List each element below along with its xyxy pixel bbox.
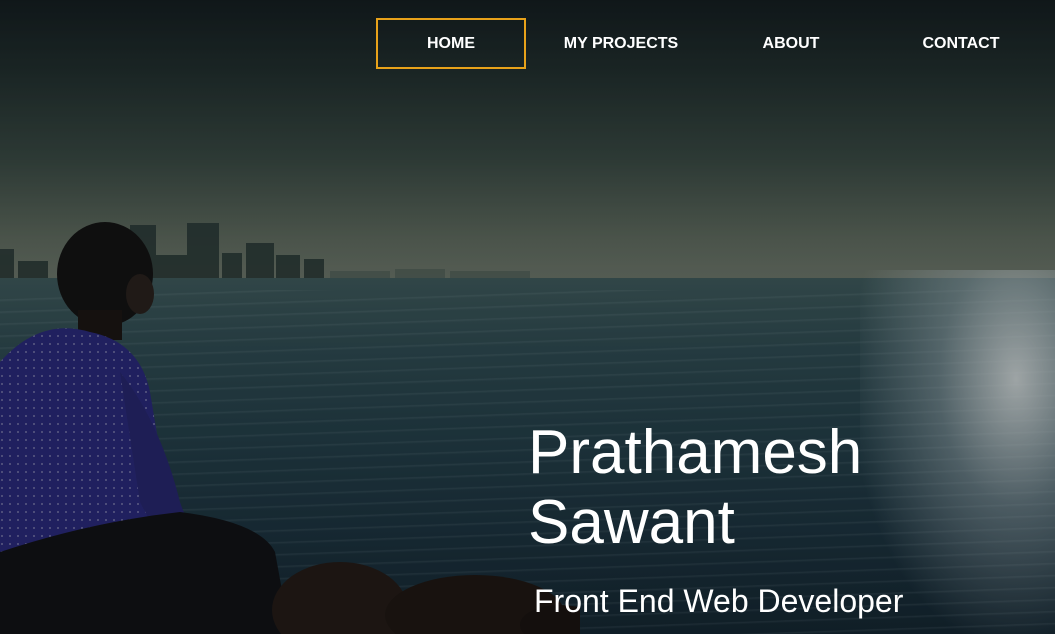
nav-my-projects[interactable]: MY PROJECTS [546, 18, 696, 69]
hero-last-name: Sawant [528, 488, 735, 557]
main-navigation: HOME MY PROJECTS ABOUT CONTACT [376, 18, 1036, 71]
nav-home[interactable]: HOME [376, 18, 526, 69]
hero-first-name: Prathamesh [528, 418, 863, 487]
hero-name: Prathamesh Sawant [528, 418, 948, 558]
nav-about[interactable]: ABOUT [716, 18, 866, 69]
nav-contact[interactable]: CONTACT [886, 18, 1036, 69]
hero-section: HOME MY PROJECTS ABOUT CONTACT Prathames… [0, 0, 1055, 634]
hero-subtitle: Front End Web Developer [534, 583, 904, 619]
